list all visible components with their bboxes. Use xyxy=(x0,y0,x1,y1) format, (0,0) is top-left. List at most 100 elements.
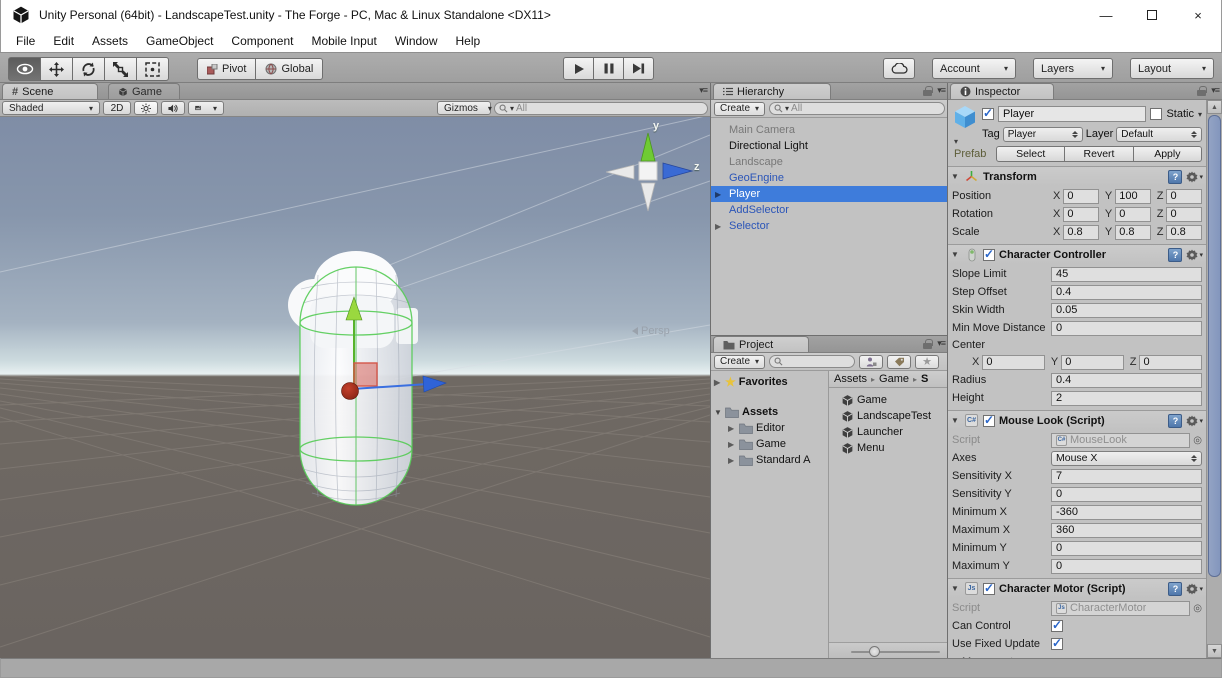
object-picker-icon[interactable]: ◎ xyxy=(1193,435,1202,446)
expand-arrow-icon[interactable]: ▶ xyxy=(728,424,734,433)
tree-item-favorites[interactable]: ▶ ★ Favorites xyxy=(711,374,828,390)
tree-item-game[interactable]: ▶ Game xyxy=(711,436,828,452)
tag-dropdown[interactable]: Player xyxy=(1002,126,1083,142)
static-checkbox[interactable] xyxy=(1150,108,1163,120)
tab-hierarchy[interactable]: Hierarchy xyxy=(713,83,831,99)
pivot-toggle-button[interactable]: Pivot xyxy=(197,58,257,80)
layout-dropdown[interactable]: Layout ▾ xyxy=(1130,58,1214,79)
lighting-toggle-button[interactable] xyxy=(134,101,158,115)
settings-gear-icon[interactable]: ▾ xyxy=(1186,415,1203,427)
scene-viewport[interactable]: y z Persp xyxy=(0,117,710,658)
project-create-button[interactable]: Create ▾ xyxy=(714,354,766,369)
hierarchy-panel-menu-icon[interactable]: ▾≡ xyxy=(937,85,946,96)
center-x-field[interactable]: 0 xyxy=(982,354,1045,370)
prefab-revert-button[interactable]: Revert xyxy=(1064,145,1134,162)
object-picker-icon[interactable]: ◎ xyxy=(1193,603,1202,614)
scale-z-field[interactable]: 0.8 xyxy=(1166,224,1203,240)
scene-search-input[interactable]: ▾ All xyxy=(494,101,708,115)
help-icon[interactable]: ? xyxy=(1168,581,1183,596)
hierarchy-create-button[interactable]: Create ▾ xyxy=(714,101,766,116)
layers-dropdown[interactable]: Layers ▾ xyxy=(1033,58,1113,79)
hierarchy-item-player[interactable]: ▶ Player xyxy=(711,186,948,202)
scrollbar-thumb[interactable] xyxy=(1208,115,1221,577)
project-search-input[interactable] xyxy=(769,355,856,368)
play-button[interactable] xyxy=(563,57,594,80)
rotate-tool-button[interactable] xyxy=(72,57,105,81)
maximum-x-field[interactable]: 360 xyxy=(1051,522,1202,538)
hierarchy-item-directional-light[interactable]: Directional Light xyxy=(711,138,948,154)
min-move-distance-field[interactable]: 0 xyxy=(1051,320,1202,336)
gizmo-left-cone[interactable] xyxy=(605,164,635,180)
help-icon[interactable]: ? xyxy=(1168,413,1183,428)
maximize-button[interactable] xyxy=(1129,0,1175,30)
scroll-down-icon[interactable]: ▼ xyxy=(1207,644,1222,658)
expand-arrow-icon[interactable]: ▶ xyxy=(728,440,734,449)
slope-limit-field[interactable]: 45 xyxy=(1051,266,1202,282)
minimum-x-field[interactable]: -360 xyxy=(1051,504,1202,520)
prefab-apply-button[interactable]: Apply xyxy=(1132,145,1202,162)
search-by-type-button[interactable] xyxy=(859,354,884,369)
scale-y-field[interactable]: 0.8 xyxy=(1115,224,1151,240)
expand-arrow-icon[interactable]: ▶ xyxy=(715,190,721,199)
position-x-field[interactable]: 0 xyxy=(1063,188,1099,204)
position-y-field[interactable]: 100 xyxy=(1115,188,1151,204)
expand-arrow-icon[interactable]: ▶ xyxy=(715,222,721,231)
lock-icon[interactable] xyxy=(923,338,933,349)
tab-inspector[interactable]: Inspector xyxy=(950,83,1054,99)
gizmos-dropdown[interactable]: Gizmos ▾ xyxy=(437,101,492,115)
hierarchy-item-selector[interactable]: ▶ Selector xyxy=(711,218,948,234)
effects-dropdown-button[interactable]: ▾ xyxy=(188,101,224,115)
hierarchy-search-input[interactable]: ▾ All xyxy=(769,102,945,115)
component-enabled-checkbox[interactable] xyxy=(983,247,995,261)
center-y-field[interactable]: 0 xyxy=(1061,354,1124,370)
foldout-icon[interactable]: ▼ xyxy=(951,416,960,425)
foldout-icon[interactable]: ▼ xyxy=(951,584,960,593)
active-checkbox[interactable] xyxy=(982,106,994,120)
sensitivity-x-field[interactable]: 7 xyxy=(1051,468,1202,484)
settings-gear-icon[interactable]: ▾ xyxy=(1186,583,1203,595)
slider-track[interactable] xyxy=(851,651,940,653)
step-offset-field[interactable]: 0.4 xyxy=(1051,284,1202,300)
foldout-icon[interactable]: ▼ xyxy=(951,172,960,181)
prefab-select-button[interactable]: Select xyxy=(996,145,1066,162)
maximum-y-field[interactable]: 0 xyxy=(1051,558,1202,574)
position-z-field[interactable]: 0 xyxy=(1166,188,1203,204)
expand-arrow-icon[interactable]: ▶ xyxy=(728,456,734,465)
component-enabled-checkbox[interactable] xyxy=(983,413,995,427)
scene-panel-menu-icon[interactable]: ▾≡ xyxy=(699,85,708,96)
menu-help[interactable]: Help xyxy=(447,30,490,52)
inspector-panel-menu-icon[interactable]: ▾≡ xyxy=(1211,85,1220,96)
menu-file[interactable]: File xyxy=(7,30,44,52)
scroll-up-icon[interactable]: ▲ xyxy=(1207,100,1222,114)
help-icon[interactable]: ? xyxy=(1168,169,1183,184)
gizmo-center-cube[interactable] xyxy=(638,161,658,181)
rotation-z-field[interactable]: 0 xyxy=(1166,206,1203,222)
gizmo-down-cone[interactable] xyxy=(640,182,656,212)
lock-icon[interactable] xyxy=(1197,85,1207,96)
hand-tool-button[interactable] xyxy=(8,57,41,81)
draw-mode-dropdown[interactable]: Shaded ▾ xyxy=(2,101,100,115)
sensitivity-y-field[interactable]: 0 xyxy=(1051,486,1202,502)
gizmo-z-axis-cone[interactable] xyxy=(662,162,694,180)
tree-item-editor[interactable]: ▶ Editor xyxy=(711,420,828,436)
file-item-menu[interactable]: Menu xyxy=(829,440,948,456)
move-tool-button[interactable] xyxy=(40,57,73,81)
rotation-x-field[interactable]: 0 xyxy=(1063,206,1099,222)
script-field[interactable]: C# MouseLook xyxy=(1051,432,1191,448)
tree-item-assets[interactable]: ▼ Assets xyxy=(711,404,828,420)
settings-gear-icon[interactable]: ▾ xyxy=(1186,171,1203,183)
account-dropdown[interactable]: Account ▾ xyxy=(932,58,1016,79)
close-button[interactable]: × xyxy=(1175,0,1221,30)
rotation-y-field[interactable]: 0 xyxy=(1115,206,1151,222)
cloud-button[interactable] xyxy=(883,58,915,79)
center-z-field[interactable]: 0 xyxy=(1139,354,1203,370)
static-dropdown-icon[interactable]: ▾ xyxy=(1198,110,1202,119)
project-panel-menu-icon[interactable]: ▾≡ xyxy=(937,338,946,349)
use-fixed-update-checkbox[interactable] xyxy=(1051,636,1063,650)
step-button[interactable] xyxy=(623,57,654,80)
file-item-game[interactable]: Game xyxy=(829,392,948,408)
minimize-button[interactable]: — xyxy=(1083,0,1129,30)
hierarchy-item-geoengine[interactable]: GeoEngine xyxy=(711,170,948,186)
orientation-gizmo[interactable] xyxy=(600,123,710,223)
lock-icon[interactable] xyxy=(923,85,933,96)
